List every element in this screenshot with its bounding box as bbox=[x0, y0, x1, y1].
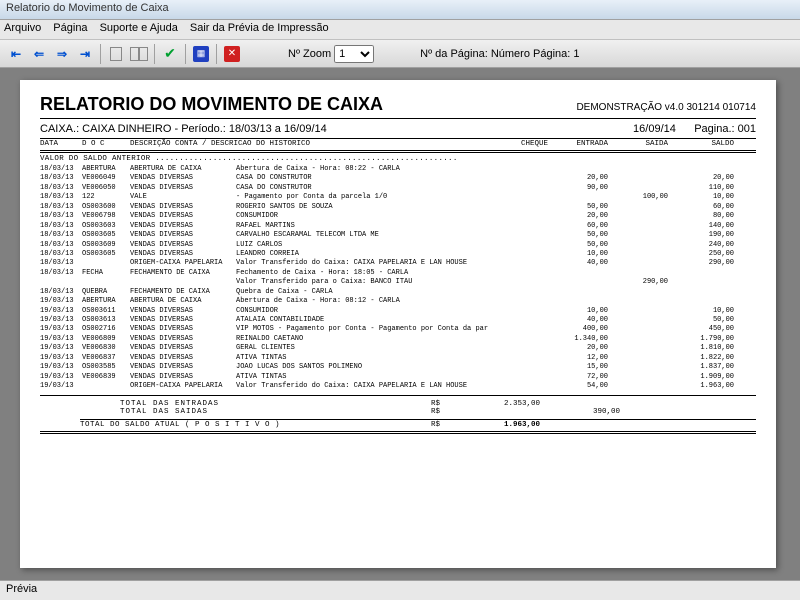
first-page-icon[interactable]: ⇤ bbox=[6, 44, 26, 64]
table-row: 19/03/13ORIGEM-CAIXA PAPELARIAValor Tran… bbox=[40, 382, 756, 391]
report-title: RELATORIO DO MOVIMENTO DE CAIXA bbox=[40, 94, 383, 115]
report-page: RELATORIO DO MOVIMENTO DE CAIXA DEMONSTR… bbox=[20, 80, 776, 568]
table-row: 19/03/13OS003585VENDAS DIVERSASJOAO LUCA… bbox=[40, 363, 756, 372]
table-row: 18/03/13QUEBRAFECHAMENTO DE CAIXAQuebra … bbox=[40, 288, 756, 297]
table-row: 19/03/13OS003613VENDAS DIVERSASATALAIA C… bbox=[40, 316, 756, 325]
separator bbox=[185, 44, 186, 64]
menu-sair[interactable]: Sair da Prévia de Impressão bbox=[190, 22, 329, 37]
separator bbox=[100, 44, 101, 64]
zoom-select[interactable]: 1 bbox=[334, 45, 374, 63]
table-row: 18/03/13OS003600VENDAS DIVERSASROGERIO S… bbox=[40, 203, 756, 212]
table-row: 18/03/13OS003609VENDAS DIVERSASLUIZ CARL… bbox=[40, 241, 756, 250]
page-multi-icon[interactable] bbox=[129, 44, 149, 64]
preview-area[interactable]: RELATORIO DO MOVIMENTO DE CAIXA DEMONSTR… bbox=[0, 68, 800, 580]
menu-pagina[interactable]: Página bbox=[53, 22, 87, 37]
separator bbox=[154, 44, 155, 64]
table-row: 18/03/13VE006049VENDAS DIVERSASCASA DO C… bbox=[40, 174, 756, 183]
table-row: 18/03/13ORIGEM-CAIXA PAPELARIAValor Tran… bbox=[40, 259, 756, 268]
table-row: 19/03/13VE006837VENDAS DIVERSASATIVA TIN… bbox=[40, 354, 756, 363]
table-row: Valor Transferido para o Caixa: BANCO IT… bbox=[40, 278, 756, 287]
page-single-icon[interactable] bbox=[106, 44, 126, 64]
table-row: 19/03/13VE006839VENDAS DIVERSASATIVA TIN… bbox=[40, 373, 756, 382]
grid-icon[interactable]: ▦ bbox=[191, 44, 211, 64]
check-icon[interactable]: ✔ bbox=[160, 44, 180, 64]
column-headers: DATA D O C DESCRIÇÃO CONTA / DESCRICAO D… bbox=[40, 140, 756, 148]
table-row: 19/03/13OS003611VENDAS DIVERSASCONSUMIDO… bbox=[40, 307, 756, 316]
table-row: 18/03/13VE006798VENDAS DIVERSASCONSUMIDO… bbox=[40, 212, 756, 221]
report-date: 16/09/14 bbox=[633, 123, 676, 135]
report-demo: DEMONSTRAÇÃO v4.0 301214 010714 bbox=[576, 102, 756, 113]
table-row: 19/03/13VE006830VENDAS DIVERSASGERAL CLI… bbox=[40, 344, 756, 353]
window-title: Relatorio do Movimento de Caixa bbox=[6, 2, 169, 14]
status-text: Prévia bbox=[6, 583, 37, 595]
page-number-label: Nº da Página: Número Página: 1 bbox=[420, 48, 579, 60]
table-row: 19/03/13OS002716VENDAS DIVERSASVIP MOTOS… bbox=[40, 325, 756, 334]
report-page-num: Pagina.: 001 bbox=[694, 123, 756, 135]
saldo-anterior: VALOR DO SALDO ANTERIOR ................… bbox=[40, 155, 756, 163]
table-row: 19/03/13ABERTURAABERTURA DE CAIXAAbertur… bbox=[40, 297, 756, 306]
table-row: 18/03/13OS003605VENDAS DIVERSASLEANDRO C… bbox=[40, 250, 756, 259]
table-row: 19/03/13VE006809VENDAS DIVERSASREINALDO … bbox=[40, 335, 756, 344]
table-row: 18/03/13122VALE- Pagamento por Conta da … bbox=[40, 193, 756, 202]
separator bbox=[216, 44, 217, 64]
window-titlebar: Relatorio do Movimento de Caixa bbox=[0, 0, 800, 20]
menu-suporte[interactable]: Suporte e Ajuda bbox=[100, 22, 178, 37]
last-page-icon[interactable]: ⇥ bbox=[75, 44, 95, 64]
next-page-icon[interactable]: ⇒ bbox=[52, 44, 72, 64]
close-preview-icon[interactable]: ✕ bbox=[222, 44, 242, 64]
totals: TOTAL DAS ENTRADAS R$ 2.353,00 TOTAL DAS… bbox=[40, 400, 756, 429]
report-rows: 18/03/13ABERTURAABERTURA DE CAIXAAbertur… bbox=[40, 165, 756, 392]
prev-page-icon[interactable]: ⇐ bbox=[29, 44, 49, 64]
table-row: 18/03/13VE006050VENDAS DIVERSASCASA DO C… bbox=[40, 184, 756, 193]
table-row: 18/03/13ABERTURAABERTURA DE CAIXAAbertur… bbox=[40, 165, 756, 174]
table-row: 18/03/13FECHAFECHAMENTO DE CAIXAFechamen… bbox=[40, 269, 756, 278]
menubar: Arquivo Página Suporte e Ajuda Sair da P… bbox=[0, 20, 800, 40]
table-row: 18/03/13OS003603VENDAS DIVERSASRAFAEL MA… bbox=[40, 222, 756, 231]
toolbar: ⇤ ⇐ ⇒ ⇥ ✔ ▦ ✕ Nº Zoom 1 Nº da Página: Nú… bbox=[0, 40, 800, 68]
report-caixa: CAIXA.: CAIXA DINHEIRO - Período.: 18/03… bbox=[40, 123, 327, 135]
table-row: 18/03/13OS003605VENDAS DIVERSASCARVALHO … bbox=[40, 231, 756, 240]
zoom-label: Nº Zoom bbox=[288, 48, 331, 60]
statusbar: Prévia bbox=[0, 580, 800, 600]
menu-arquivo[interactable]: Arquivo bbox=[4, 22, 41, 37]
